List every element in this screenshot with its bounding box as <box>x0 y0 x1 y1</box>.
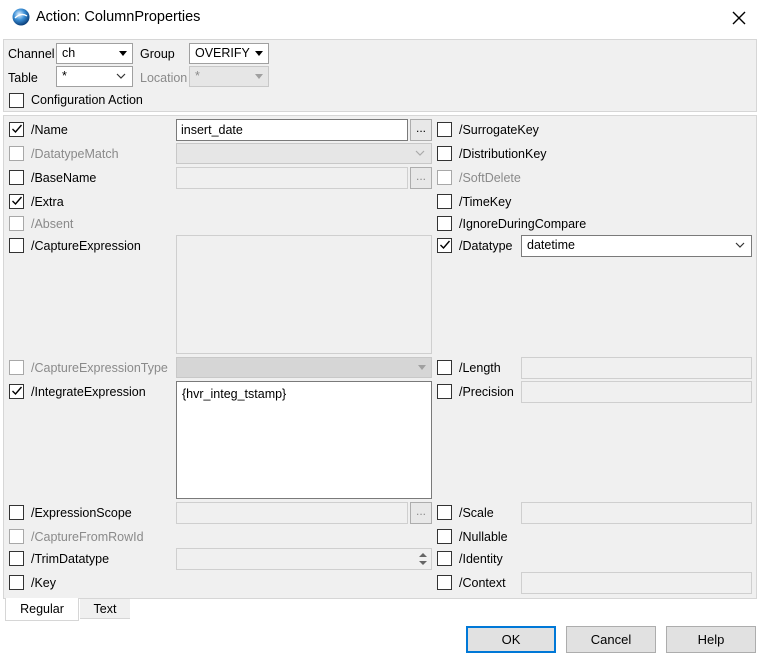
length-input[interactable] <box>521 357 752 379</box>
chevron-down-icon <box>116 73 126 79</box>
dropdown-arrow-icon <box>255 74 263 79</box>
tab-regular-label: Regular <box>20 602 64 616</box>
cancel-button[interactable]: Cancel <box>566 626 656 653</box>
dropdown-arrow-icon <box>255 51 263 56</box>
length-label: /Length <box>459 361 501 375</box>
surrogatekey-label: /SurrogateKey <box>459 123 539 137</box>
location-label: Location <box>140 71 188 85</box>
absent-label: /Absent <box>31 217 74 231</box>
ok-button[interactable]: OK <box>466 626 556 653</box>
channel-select[interactable]: ch <box>56 43 133 64</box>
captureexpressiontype-select[interactable] <box>176 357 432 378</box>
precision-checkbox[interactable] <box>437 384 452 399</box>
close-icon[interactable] <box>730 9 748 27</box>
timekey-label: /TimeKey <box>459 195 512 209</box>
capturefromrowid-checkbox[interactable] <box>9 529 24 544</box>
basename-checkbox[interactable] <box>9 170 24 185</box>
table-value: * <box>62 69 67 83</box>
captureexpression-checkbox[interactable] <box>9 238 24 253</box>
datatype-label: /Datatype <box>459 239 513 253</box>
dropdown-arrow-icon <box>418 365 426 370</box>
expressionscope-checkbox[interactable] <box>9 505 24 520</box>
integrateexpression-value: {hvr_integ_tstamp} <box>182 387 287 401</box>
scale-input[interactable] <box>521 502 752 524</box>
context-checkbox[interactable] <box>437 575 452 590</box>
capturefromrowid-label: /CaptureFromRowId <box>31 530 144 544</box>
integrateexpression-checkbox[interactable] <box>9 384 24 399</box>
expressionscope-label: /ExpressionScope <box>31 506 132 520</box>
spinner-arrows-icon <box>419 553 427 565</box>
captureexpression-label: /CaptureExpression <box>31 239 141 253</box>
config-action-checkbox[interactable] <box>9 93 24 108</box>
captureexpressiontype-label: /CaptureExpressionType <box>31 361 168 375</box>
expressionscope-input[interactable] <box>176 502 408 524</box>
distributionkey-label: /DistributionKey <box>459 147 547 161</box>
captureexpressiontype-checkbox[interactable] <box>9 360 24 375</box>
channel-label: Channel <box>8 47 55 61</box>
extra-label: /Extra <box>31 195 64 209</box>
group-value: OVERIFY <box>195 46 250 60</box>
chevron-down-icon <box>415 150 425 156</box>
channel-value: ch <box>62 46 76 60</box>
context-input[interactable] <box>521 572 752 594</box>
table-select[interactable]: * <box>56 66 133 87</box>
surrogatekey-checkbox[interactable] <box>437 122 452 137</box>
absent-checkbox[interactable] <box>9 216 24 231</box>
tab-regular[interactable]: Regular <box>5 598 79 621</box>
datatype-value: datetime <box>527 238 575 252</box>
basename-browse-button[interactable]: ... <box>410 167 432 189</box>
location-select[interactable]: * <box>189 66 269 87</box>
datatypematch-select[interactable] <box>176 143 432 164</box>
key-label: /Key <box>31 576 57 590</box>
tab-text-label: Text <box>93 602 117 616</box>
timekey-checkbox[interactable] <box>437 194 452 209</box>
length-checkbox[interactable] <box>437 360 452 375</box>
chevron-down-icon <box>735 242 745 248</box>
location-value: * <box>195 69 200 83</box>
integrateexpression-textarea[interactable]: {hvr_integ_tstamp} <box>176 381 432 499</box>
datatype-checkbox[interactable] <box>437 238 452 253</box>
basename-label: /BaseName <box>31 171 97 185</box>
name-input[interactable]: insert_date <box>176 119 408 141</box>
expressionscope-browse-button[interactable]: ... <box>410 502 432 524</box>
ignoreduringcompare-label: /IgnoreDuringCompare <box>459 217 587 231</box>
scale-checkbox[interactable] <box>437 505 452 520</box>
integrateexpression-label: /IntegrateExpression <box>31 385 146 399</box>
precision-label: /Precision <box>459 385 514 399</box>
datatypematch-checkbox[interactable] <box>9 146 24 161</box>
group-select[interactable]: OVERIFY <box>189 43 269 64</box>
trimdatatype-spinner[interactable] <box>176 548 432 570</box>
trimdatatype-label: /TrimDatatype <box>31 552 110 566</box>
key-checkbox[interactable] <box>9 575 24 590</box>
tab-text[interactable]: Text <box>80 599 130 619</box>
ignoreduringcompare-checkbox[interactable] <box>437 216 452 231</box>
config-action-label: Configuration Action <box>31 93 143 107</box>
table-label: Table <box>8 71 38 85</box>
distributionkey-checkbox[interactable] <box>437 146 452 161</box>
trimdatatype-checkbox[interactable] <box>9 551 24 566</box>
dropdown-arrow-icon <box>119 51 127 56</box>
nullable-label: /Nullable <box>459 530 508 544</box>
datatype-select[interactable]: datetime <box>521 235 752 257</box>
app-icon <box>12 8 30 26</box>
name-value: insert_date <box>181 123 243 137</box>
identity-label: /Identity <box>459 552 503 566</box>
context-label: /Context <box>459 576 506 590</box>
precision-input[interactable] <box>521 381 752 403</box>
softdelete-checkbox[interactable] <box>437 170 452 185</box>
nullable-checkbox[interactable] <box>437 529 452 544</box>
help-button[interactable]: Help <box>666 626 756 653</box>
name-label: /Name <box>31 123 68 137</box>
datatypematch-label: /DatatypeMatch <box>31 147 119 161</box>
softdelete-label: /SoftDelete <box>459 171 521 185</box>
window-title: Action: ColumnProperties <box>36 9 201 25</box>
name-browse-button[interactable]: ... <box>410 119 432 141</box>
extra-checkbox[interactable] <box>9 194 24 209</box>
basename-input[interactable] <box>176 167 408 189</box>
group-label: Group <box>140 47 175 61</box>
identity-checkbox[interactable] <box>437 551 452 566</box>
captureexpression-textarea[interactable] <box>176 235 432 354</box>
name-checkbox[interactable] <box>9 122 24 137</box>
scale-label: /Scale <box>459 506 494 520</box>
